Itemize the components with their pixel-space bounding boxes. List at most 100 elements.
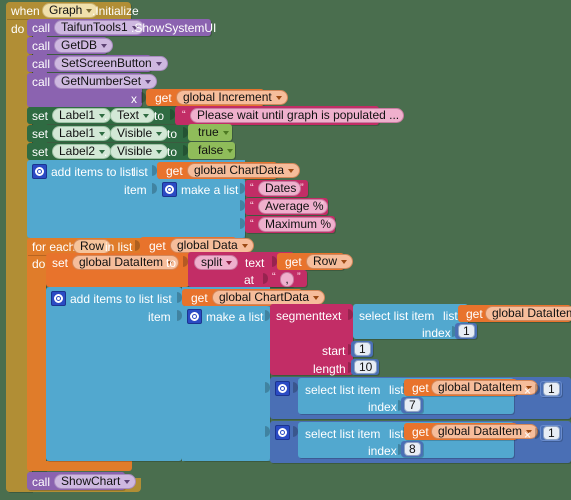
to-label: to xyxy=(167,145,178,159)
do-label: do xyxy=(11,22,25,36)
set-property-dropdown[interactable]: Visible xyxy=(110,144,169,159)
gear-center xyxy=(281,431,284,434)
text-value-field[interactable]: Dates xyxy=(258,181,302,196)
dot-separator: . xyxy=(104,127,108,141)
set-component-dropdown[interactable]: Label1 xyxy=(52,126,112,141)
select-list-item-label: select list item xyxy=(305,427,381,441)
mutator-gear-icon[interactable] xyxy=(275,381,290,396)
open-quote: “ xyxy=(250,200,254,212)
call-label: call xyxy=(32,39,51,53)
logic-value-label: false xyxy=(198,143,224,157)
number-value: 1 xyxy=(463,323,470,338)
chevron-down-icon xyxy=(124,479,131,484)
gear-center xyxy=(281,387,284,390)
number-value: 8 xyxy=(409,441,416,456)
get-label: get xyxy=(166,164,183,178)
get-label: get xyxy=(155,91,172,105)
logic-dropdown[interactable]: true xyxy=(192,125,234,140)
variable-dropdown[interactable]: Row xyxy=(306,254,354,269)
split-mode-dropdown[interactable]: split xyxy=(194,255,239,270)
chevron-down-icon xyxy=(156,149,163,154)
when-label: when xyxy=(11,4,40,18)
add-items-title: add items to list xyxy=(51,165,135,179)
open-quote: “ xyxy=(182,109,186,121)
get-label: get xyxy=(191,291,208,305)
call-procedure-label: ShowChart xyxy=(61,474,121,488)
segment-start-label: start xyxy=(322,344,346,358)
for-each-label: for each xyxy=(32,240,76,254)
variable-dropdown[interactable]: global Increment xyxy=(176,90,288,105)
call-label: call xyxy=(32,475,51,489)
call-procedure-dropdown[interactable]: SetScreenButton xyxy=(54,56,168,71)
for-each-row-block[interactable] xyxy=(27,238,46,471)
text-value-label: Dates xyxy=(265,181,297,195)
item-socket-label: item xyxy=(124,183,147,197)
get-label: get xyxy=(285,255,302,269)
mutator-gear-icon[interactable] xyxy=(187,309,202,324)
text-value-label: Maximum % xyxy=(265,217,332,231)
event-component-dropdown[interactable]: Graph xyxy=(42,3,99,18)
set-label: set xyxy=(32,127,49,141)
variable-dropdown[interactable]: global DataItem xyxy=(72,255,180,270)
variable-dropdown[interactable]: global DataItem xyxy=(431,380,539,395)
mutator-gear-icon[interactable] xyxy=(275,425,290,440)
text-value-label: , xyxy=(285,272,289,286)
number-field[interactable]: 10 xyxy=(354,360,378,374)
number-field[interactable]: 1 xyxy=(543,426,560,440)
chevron-down-icon xyxy=(226,260,233,265)
set-component-label: Label1 xyxy=(59,126,96,140)
make-a-list-title: make a list xyxy=(206,310,264,324)
set-property-label: Visible xyxy=(117,144,153,158)
text-value-field[interactable]: Average % xyxy=(258,199,329,214)
text-value-field[interactable]: Maximum % xyxy=(258,217,337,232)
number-field[interactable]: 1 xyxy=(458,324,475,338)
make-a-list-title: make a list xyxy=(181,183,239,197)
blocks-canvas[interactable]: when Graph .Initialize do call TaifunToo… xyxy=(0,0,571,500)
list-socket-label: list xyxy=(389,383,404,397)
number-field[interactable]: 8 xyxy=(404,442,421,456)
variable-dropdown[interactable]: global DataItem xyxy=(485,306,571,321)
variable-label: global Data xyxy=(177,238,238,252)
open-quote: “ xyxy=(250,218,254,230)
number-value: 1 xyxy=(548,381,555,396)
variable-dropdown[interactable]: global DataItem xyxy=(431,424,539,439)
call-procedure-dropdown[interactable]: GetDB xyxy=(54,38,114,53)
set-property-dropdown[interactable]: Text xyxy=(110,108,156,123)
set-label: set xyxy=(32,109,49,123)
number-field[interactable]: 1 xyxy=(354,342,371,356)
chevron-down-icon xyxy=(143,113,150,118)
set-property-label: Visible xyxy=(117,126,153,140)
set-component-dropdown[interactable]: Label1 xyxy=(52,108,112,123)
event-name-label: .Initialize xyxy=(92,4,139,18)
set-property-dropdown[interactable]: Visible xyxy=(110,126,169,141)
get-label: get xyxy=(466,307,483,321)
chevron-down-icon xyxy=(341,259,348,264)
to-label: to xyxy=(154,109,165,123)
number-field[interactable]: 1 xyxy=(543,382,560,396)
for-each-footer xyxy=(27,461,132,471)
variable-dropdown[interactable]: global Data xyxy=(170,238,254,253)
segment-text-label: text xyxy=(322,309,342,323)
number-field[interactable]: 7 xyxy=(404,398,421,412)
chevron-down-icon xyxy=(101,43,108,48)
mutator-gear-icon[interactable] xyxy=(162,182,177,197)
open-quote: “ xyxy=(272,271,276,283)
gear-center xyxy=(168,188,171,191)
mutator-gear-icon[interactable] xyxy=(51,291,66,306)
item-socket-label: item xyxy=(148,310,171,324)
variable-label: global DataItem xyxy=(492,306,571,320)
chevron-down-icon xyxy=(155,61,162,66)
mutator-gear-icon[interactable] xyxy=(32,164,47,179)
text-value-field[interactable]: , xyxy=(280,272,294,287)
make-a-list-inner[interactable] xyxy=(182,306,270,461)
segment-label: segment xyxy=(276,309,323,323)
variable-dropdown[interactable]: global ChartData xyxy=(212,290,326,305)
dot-separator: . xyxy=(104,109,108,123)
call-procedure-dropdown[interactable]: GetNumberSet xyxy=(54,74,158,89)
logic-dropdown[interactable]: false xyxy=(192,143,238,158)
variable-label: global Increment xyxy=(183,90,272,104)
call-procedure-dropdown[interactable]: ShowChart xyxy=(54,474,137,489)
close-quote: ” xyxy=(300,182,304,194)
variable-dropdown[interactable]: global ChartData xyxy=(187,163,301,178)
set-component-dropdown[interactable]: Label2 xyxy=(52,144,112,159)
